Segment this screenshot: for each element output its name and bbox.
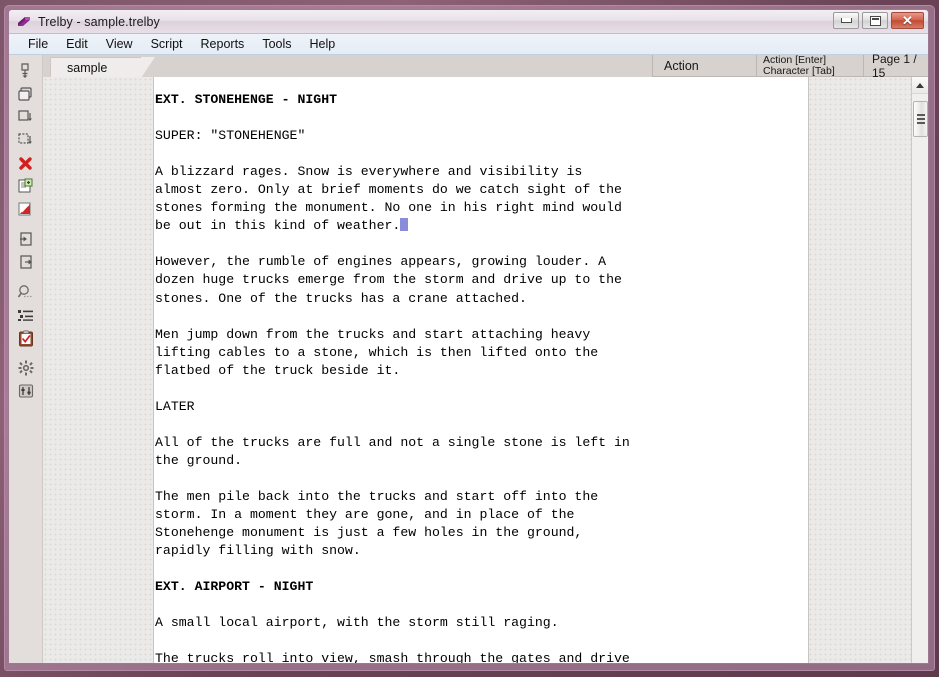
- close-button[interactable]: ✕: [891, 12, 924, 29]
- toolbar-separator: [9, 274, 42, 281]
- window-controls: ✕: [833, 12, 924, 29]
- script-line: [155, 109, 630, 127]
- script-line: [155, 470, 630, 488]
- menu-view[interactable]: View: [97, 35, 142, 53]
- script-line: [155, 416, 630, 434]
- script-line: EXT. AIRPORT - NIGHT: [155, 579, 314, 595]
- toolbar-separator: [9, 350, 42, 357]
- text-caret: [400, 218, 409, 232]
- scrollbar-thumb[interactable]: [913, 101, 928, 137]
- script-line: The trucks roll into view, smash through…: [155, 651, 630, 664]
- script-line: All of the trucks are full and not a sin…: [155, 434, 630, 450]
- script-line: storm. In a moment they are gone, and in…: [155, 507, 575, 523]
- menu-reports[interactable]: Reports: [192, 35, 254, 53]
- script-line: The men pile back into the trucks and st…: [155, 489, 599, 505]
- element-type-label: Action: [664, 58, 699, 73]
- open-script-icon[interactable]: [13, 83, 39, 105]
- minimize-button[interactable]: [833, 12, 859, 29]
- main-area: sample Action Action [Enter] Character […: [9, 51, 928, 664]
- find-icon[interactable]: [13, 281, 39, 303]
- script-line: Stonehenge monument is just a few holes …: [155, 525, 583, 541]
- import-icon[interactable]: [13, 228, 39, 250]
- scene-list-icon[interactable]: [13, 304, 39, 326]
- script-line: stones. One of the trucks has a crane at…: [155, 290, 527, 306]
- menu-edit[interactable]: Edit: [57, 35, 97, 53]
- script-line: the ground.: [155, 452, 243, 468]
- spell-check-icon[interactable]: [13, 327, 39, 349]
- trelby-logo-icon: [16, 14, 32, 30]
- export-pdf-icon[interactable]: [13, 198, 39, 220]
- key-hint-tab: Character [Tab]: [763, 64, 835, 77]
- save-as-icon[interactable]: [13, 129, 39, 151]
- minimize-icon: [840, 18, 852, 23]
- page-indicator-label: Page 1 / 15: [872, 51, 917, 80]
- script-settings-icon[interactable]: [13, 380, 39, 402]
- script-line: almost zero. Only at brief moments do we…: [155, 182, 622, 198]
- settings-gear-icon[interactable]: [13, 357, 39, 379]
- new-script-icon[interactable]: [13, 60, 39, 82]
- scroll-up-button[interactable]: [912, 77, 928, 94]
- chevron-up-icon: [916, 82, 924, 88]
- maximize-button[interactable]: [862, 12, 888, 29]
- script-line: rapidly filling with snow.: [155, 543, 361, 559]
- tab-sample[interactable]: sample: [50, 57, 156, 78]
- menu-bar: File Edit View Script Reports Tools Help: [9, 34, 928, 55]
- script-line: [155, 632, 630, 650]
- close-icon: ✕: [902, 13, 913, 28]
- left-toolbar: [9, 55, 43, 663]
- trelby-main-window: Trelby - sample.trelby ✕ File Edit View …: [8, 9, 929, 664]
- thumb-grip-line: [916, 114, 925, 116]
- script-editor[interactable]: EXT. STONEHENGE - NIGHT SUPER: "STONEHENG…: [43, 77, 928, 664]
- menu-script[interactable]: Script: [142, 35, 192, 53]
- script-line: [155, 560, 630, 578]
- script-line: A small local airport, with the storm st…: [155, 615, 559, 631]
- thumb-grip-line: [916, 118, 925, 120]
- page-indicator: Page 1 / 15: [863, 51, 928, 80]
- script-line: Men jump down from the trucks and start …: [155, 326, 591, 342]
- script-line: lifting cables to a stone, which is then…: [155, 344, 599, 360]
- key-hint-enter: Action [Enter]: [763, 53, 827, 66]
- script-line: [155, 596, 630, 614]
- script-text[interactable]: EXT. STONEHENGE - NIGHT SUPER: "STONEHENG…: [155, 91, 630, 664]
- script-line: stones forming the monument. No one in h…: [155, 200, 622, 216]
- tab-label: sample: [67, 61, 108, 75]
- script-line: However, the rumble of engines appears, …: [155, 254, 607, 270]
- save-script-icon[interactable]: [13, 106, 39, 128]
- element-type-indicator[interactable]: Action: [652, 55, 756, 77]
- desktop-background: Trelby - sample.trelby ✕ File Edit View …: [0, 0, 939, 677]
- window-title: Trelby - sample.trelby: [38, 14, 160, 29]
- script-line: A blizzard rages. Snow is everywhere and…: [155, 164, 583, 180]
- menu-tools[interactable]: Tools: [253, 35, 300, 53]
- script-line: [155, 308, 630, 326]
- export-out-icon[interactable]: [13, 251, 39, 273]
- key-hints: Action [Enter] Character [Tab]: [756, 53, 863, 77]
- toolbar-separator: [9, 221, 42, 228]
- script-line: flatbed of the truck beside it.: [155, 362, 401, 378]
- script-line: EXT. STONEHENGE - NIGHT: [155, 92, 338, 107]
- script-line: SUPER: "STONEHENGE": [155, 128, 306, 144]
- maximize-icon: [869, 15, 881, 26]
- script-line: LATER: [155, 398, 195, 414]
- menu-help[interactable]: Help: [301, 35, 345, 53]
- script-line: [155, 145, 630, 163]
- script-line: be out in this kind of weather.: [155, 217, 630, 235]
- vertical-scrollbar[interactable]: [911, 77, 928, 663]
- script-line: dozen huge trucks emerge from the storm …: [155, 272, 622, 288]
- script-line: [155, 380, 630, 398]
- title-bar[interactable]: Trelby - sample.trelby ✕: [9, 10, 928, 34]
- export-rtf-icon[interactable]: [13, 175, 39, 197]
- script-line: [155, 235, 630, 253]
- menu-file[interactable]: File: [19, 35, 57, 53]
- thumb-grip-line: [916, 122, 925, 124]
- close-script-icon[interactable]: [13, 152, 39, 174]
